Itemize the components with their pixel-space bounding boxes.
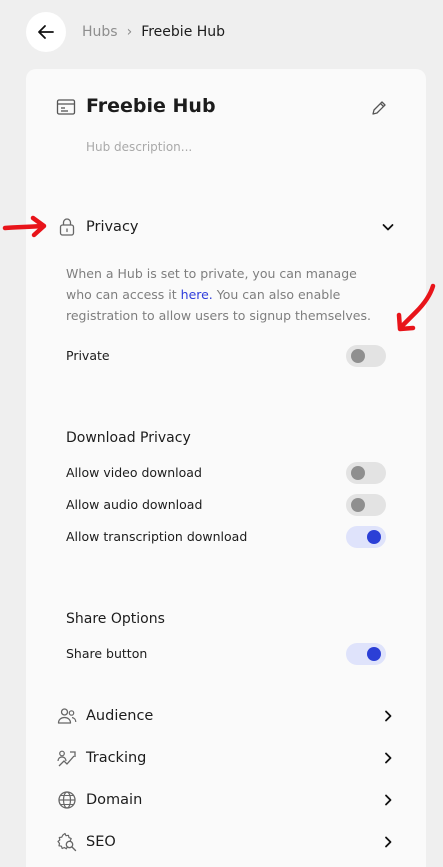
allow-transcription-download-toggle[interactable] [346, 526, 386, 548]
annotation-arrow-down-left-icon [396, 283, 436, 332]
back-button[interactable] [26, 12, 66, 52]
section-privacy[interactable]: Privacy [56, 214, 396, 240]
hub-card-icon [56, 99, 76, 115]
section-privacy-label: Privacy [86, 219, 139, 235]
share-button-label: Share button [66, 646, 148, 661]
chevron-right-icon [380, 750, 396, 766]
seo-gear-icon [56, 831, 78, 853]
hub-settings-panel: Freebie Hub Hub description... Privacy W… [26, 69, 426, 867]
allow-transcription-download-label: Allow transcription download [66, 529, 248, 544]
section-seo-label: SEO [86, 834, 116, 850]
section-seo[interactable]: SEO [56, 829, 396, 855]
breadcrumb-hubs-link[interactable]: Hubs [82, 24, 118, 40]
section-audience[interactable]: Audience [56, 703, 396, 729]
breadcrumb: Hubs › Freebie Hub [82, 22, 225, 42]
chevron-down-icon [380, 219, 396, 235]
private-toggle[interactable] [346, 345, 386, 367]
breadcrumb-current: Freebie Hub [141, 24, 226, 40]
lock-icon [56, 216, 78, 238]
privacy-description: When a Hub is set to private, you can ma… [66, 263, 386, 326]
allow-video-download-toggle[interactable] [346, 462, 386, 484]
chevron-right-icon [380, 834, 396, 850]
share-button-toggle[interactable] [346, 643, 386, 665]
share-options-title: Share Options [66, 611, 165, 627]
toggle-knob [367, 530, 381, 544]
arrow-left-icon [38, 25, 54, 39]
allow-video-download-label: Allow video download [66, 465, 202, 480]
toggle-knob [351, 349, 365, 363]
annotation-arrow-right-icon [2, 215, 47, 238]
private-label: Private [66, 348, 110, 363]
hub-description-field[interactable]: Hub description... [86, 140, 192, 154]
chevron-right-icon [380, 708, 396, 724]
section-domain[interactable]: Domain [56, 787, 396, 813]
section-domain-label: Domain [86, 792, 143, 808]
toggle-knob [367, 647, 381, 661]
allow-audio-download-label: Allow audio download [66, 497, 203, 512]
privacy-here-link[interactable]: here. [181, 287, 213, 302]
chevron-right-icon [380, 792, 396, 808]
edit-pencil-icon[interactable] [370, 99, 388, 117]
hub-title: Freebie Hub [86, 95, 216, 117]
globe-icon [56, 789, 78, 811]
section-tracking-label: Tracking [86, 750, 147, 766]
section-tracking[interactable]: Tracking [56, 745, 396, 771]
section-audience-label: Audience [86, 708, 154, 724]
breadcrumb-separator: › [126, 24, 133, 40]
users-icon [56, 705, 78, 727]
tracking-icon [56, 747, 78, 769]
allow-audio-download-toggle[interactable] [346, 494, 386, 516]
toggle-knob [351, 466, 365, 480]
download-privacy-title: Download Privacy [66, 430, 191, 446]
toggle-knob [351, 498, 365, 512]
